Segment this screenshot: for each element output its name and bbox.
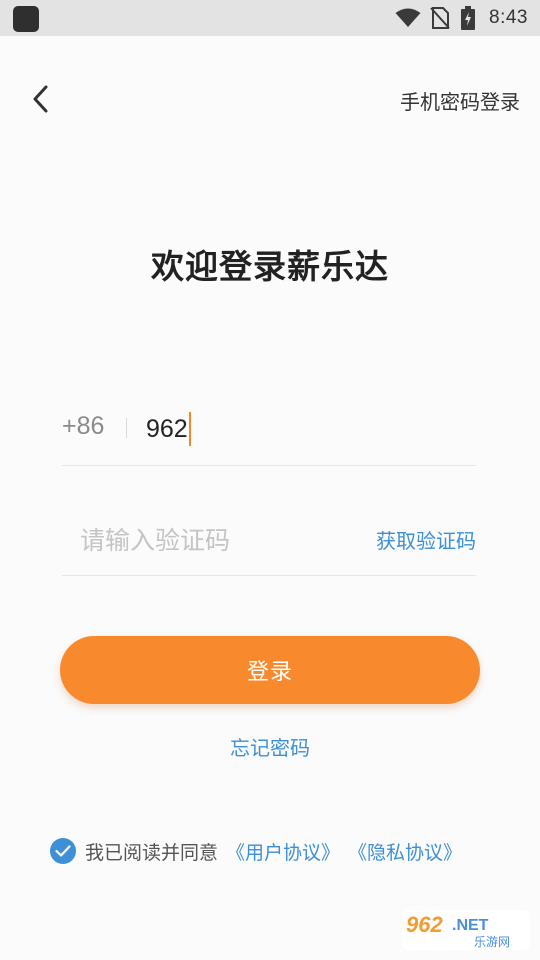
login-button[interactable]: 登录 bbox=[60, 636, 480, 704]
page-title: 欢迎登录薪乐达 bbox=[151, 247, 389, 286]
status-bar: 8:43 bbox=[0, 0, 540, 36]
svg-text:乐游网: 乐游网 bbox=[474, 935, 510, 949]
status-icons: 8:43 bbox=[395, 0, 528, 36]
chevron-left-icon bbox=[33, 85, 48, 113]
phone-value: 962 bbox=[146, 414, 188, 443]
app-icon bbox=[13, 6, 39, 32]
phone-field[interactable]: +86 962 bbox=[62, 400, 476, 466]
no-sim-icon bbox=[430, 7, 450, 29]
svg-text:.NET: .NET bbox=[452, 917, 489, 934]
forgot-password-link: 忘记密码 bbox=[0, 732, 540, 761]
agreement-text: 我已阅读并同意 bbox=[85, 841, 219, 864]
watermark-logo: 962 .NET 乐游网 bbox=[402, 910, 530, 950]
login-button-label: 登录 bbox=[246, 660, 293, 685]
verification-code-field: 获取验证码 bbox=[62, 510, 476, 576]
login-screen: 8:43 手机密码登录 欢迎登录薪乐达 +86 962 获取验证码 登录 忘记密… bbox=[0, 0, 540, 960]
password-login-link[interactable]: 手机密码登录 bbox=[400, 86, 520, 115]
wifi-icon bbox=[395, 8, 421, 27]
country-code[interactable]: +86 bbox=[62, 412, 104, 441]
user-agreement-link[interactable]: 《用户协议》 bbox=[226, 838, 340, 865]
back-button[interactable] bbox=[22, 80, 58, 118]
agreement-checkbox[interactable] bbox=[50, 838, 76, 864]
battery-charging-icon bbox=[461, 6, 476, 30]
verification-code-input[interactable] bbox=[80, 520, 350, 560]
checkmark-icon bbox=[55, 845, 71, 857]
phone-input[interactable]: 962 bbox=[146, 412, 191, 446]
agreement-row: 我已阅读并同意 《用户协议》 《隐私协议》 bbox=[50, 836, 462, 866]
country-code-divider bbox=[126, 418, 127, 438]
text-caret bbox=[188, 412, 191, 446]
forgot-password-label[interactable]: 忘记密码 bbox=[230, 736, 310, 760]
get-code-button[interactable]: 获取验证码 bbox=[376, 525, 476, 554]
status-time: 8:43 bbox=[489, 7, 528, 28]
svg-text:962: 962 bbox=[406, 912, 443, 937]
privacy-agreement-link[interactable]: 《隐私协议》 bbox=[348, 838, 462, 865]
